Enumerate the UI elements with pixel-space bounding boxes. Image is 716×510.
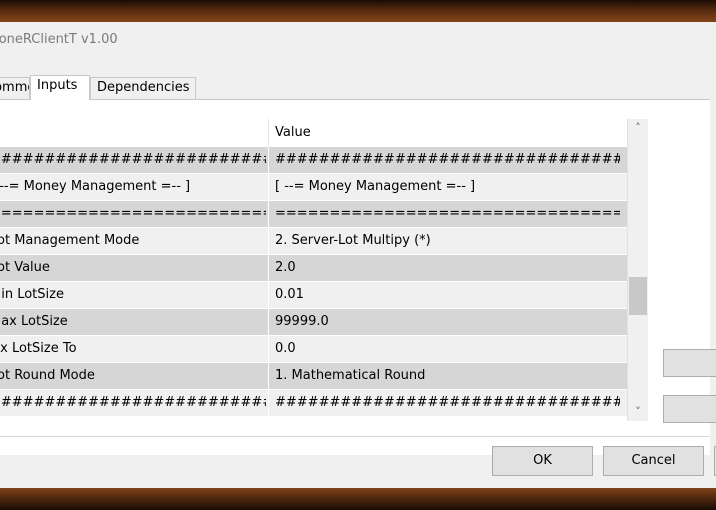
grid-vertical-scrollbar[interactable]: ˄ ˅ xyxy=(627,119,648,421)
inputs-grid: Value #################################.… xyxy=(0,119,648,488)
desktop-background-bottom xyxy=(0,486,716,510)
row-value[interactable]: ========================================… xyxy=(268,201,620,227)
row-value[interactable]: ########################################… xyxy=(268,390,620,416)
chevron-up-icon[interactable]: ˄ xyxy=(628,119,648,137)
table-row[interactable]: Max LotSize 99999.0 xyxy=(0,309,628,336)
row-variable: #################################... xyxy=(0,152,266,167)
properties-dialog: CloneRClientT v1.00 Common Inputs Depend… xyxy=(0,22,716,488)
table-row[interactable]: [ --= Money Management =-- ] [ --= Money… xyxy=(0,174,628,201)
column-header-value[interactable]: Value xyxy=(268,119,629,147)
table-row[interactable]: Lot Management Mode 2. Server-Lot Multip… xyxy=(0,228,628,255)
tab-inputs[interactable]: Inputs xyxy=(30,75,90,100)
grid-header: Value xyxy=(0,119,628,148)
row-value[interactable]: 0.01 xyxy=(268,282,620,308)
side-button-upper[interactable] xyxy=(663,349,716,377)
chevron-down-icon[interactable]: ˅ xyxy=(628,403,648,421)
row-value[interactable]: 2. Server-Lot Multipy (*) xyxy=(268,228,620,254)
row-variable: Min LotSize xyxy=(0,287,64,302)
row-variable: Max LotSize xyxy=(0,314,68,329)
table-row[interactable]: Fix LotSize To 0.0 xyxy=(0,336,628,363)
row-value[interactable]: ########################################… xyxy=(268,147,620,173)
table-row[interactable]: #################################... ###… xyxy=(0,390,628,417)
dialog-title: CloneRClientT v1.00 xyxy=(0,32,118,47)
desktop-background-top xyxy=(0,0,716,24)
row-value[interactable]: 99999.0 xyxy=(268,309,620,335)
divider xyxy=(0,436,710,437)
row-variable: #################################... xyxy=(0,395,266,410)
scrollbar-thumb[interactable] xyxy=(629,277,647,315)
row-variable: Fix LotSize To xyxy=(0,341,77,356)
row-variable: Lot Round Mode xyxy=(0,368,95,383)
row-variable: [ --= Money Management =-- ] xyxy=(0,179,191,194)
table-row[interactable]: Min LotSize 0.01 xyxy=(0,282,628,309)
table-row[interactable]: #################################... ###… xyxy=(0,147,628,174)
ok-button[interactable]: OK xyxy=(492,446,593,476)
row-value[interactable]: 1. Mathematical Round xyxy=(268,363,620,389)
row-value[interactable]: 2.0 xyxy=(268,255,620,281)
side-button-lower[interactable] xyxy=(663,395,716,423)
tab-dependencies[interactable]: Dependencies xyxy=(90,77,196,99)
row-value[interactable]: 0.0 xyxy=(268,336,620,362)
cancel-button[interactable]: Cancel xyxy=(603,446,704,476)
row-variable: Lot Value xyxy=(0,260,50,275)
row-variable: ====================================... xyxy=(0,206,266,221)
table-row[interactable]: Lot Value 2.0 xyxy=(0,255,628,282)
table-row[interactable]: Lot Round Mode 1. Mathematical Round xyxy=(0,363,628,390)
row-value[interactable]: [ --= Money Management =-- ] xyxy=(268,174,620,200)
tab-common[interactable]: Common xyxy=(0,77,30,99)
table-row[interactable]: ====================================... … xyxy=(0,201,628,228)
row-variable: Lot Management Mode xyxy=(0,233,140,248)
